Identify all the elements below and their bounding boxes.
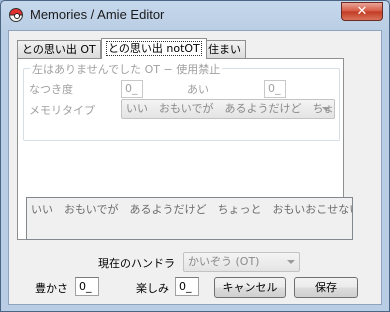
close-button[interactable]: ✕: [341, 2, 383, 21]
affection-field[interactable]: 0_: [264, 80, 286, 98]
enjoyment-label: 楽しみ: [136, 282, 169, 295]
title-bar[interactable]: Memories / Amie Editor ✕: [1, 1, 389, 29]
window-title: Memories / Amie Editor: [30, 7, 165, 22]
affection-label: あい: [187, 83, 209, 96]
tab-memories-ot[interactable]: との思い出 OT: [17, 40, 101, 58]
enjoyment-field[interactable]: 0_: [175, 277, 199, 296]
handler-select[interactable]: かいぞう (OT): [183, 252, 300, 272]
handler-value: かいぞう (OT): [188, 255, 260, 268]
memory-type-select[interactable]: いい おもいでが あるようだけど ちょっと おもい: [121, 99, 335, 119]
memory-group: 左はありませんでした OT − 使用禁止 なつき度 0_ あい 0_ メモリタイ…: [23, 61, 340, 141]
memory-type-value: いい おもいでが あるようだけど ちょっと おもい: [126, 102, 335, 115]
tab-label: との思い出 notOT: [106, 41, 202, 56]
save-button[interactable]: 保存: [294, 277, 358, 298]
tab-memories-not-ot[interactable]: との思い出 notOT: [101, 38, 207, 59]
friendship-field[interactable]: 0_: [121, 80, 143, 98]
fullness-field[interactable]: 0_: [75, 277, 99, 296]
memory-type-label: メモリタイプ: [29, 104, 95, 117]
group-legend: 左はありませんでした OT − 使用禁止: [30, 61, 223, 77]
handler-label: 現在のハンドラ: [98, 257, 175, 270]
amie-editor-window: Memories / Amie Editor ✕ との思い出 OT との思い出 …: [0, 0, 390, 312]
pokeball-icon: [9, 8, 23, 22]
cancel-button[interactable]: キャンセル: [214, 277, 286, 298]
chevron-down-icon: [322, 107, 330, 111]
tab-residence[interactable]: 住まい: [203, 40, 246, 58]
memory-text-box[interactable]: いい おもいでが あるようだけど ちょっと おもいおこせないみたい……: [26, 197, 353, 240]
client-area: との思い出 OT との思い出 notOT 住まい 左はありませんでした OT −…: [8, 30, 382, 305]
chevron-down-icon: [287, 260, 295, 264]
friendship-label: なつき度: [29, 83, 73, 96]
fullness-label: 豊かさ: [35, 282, 68, 295]
